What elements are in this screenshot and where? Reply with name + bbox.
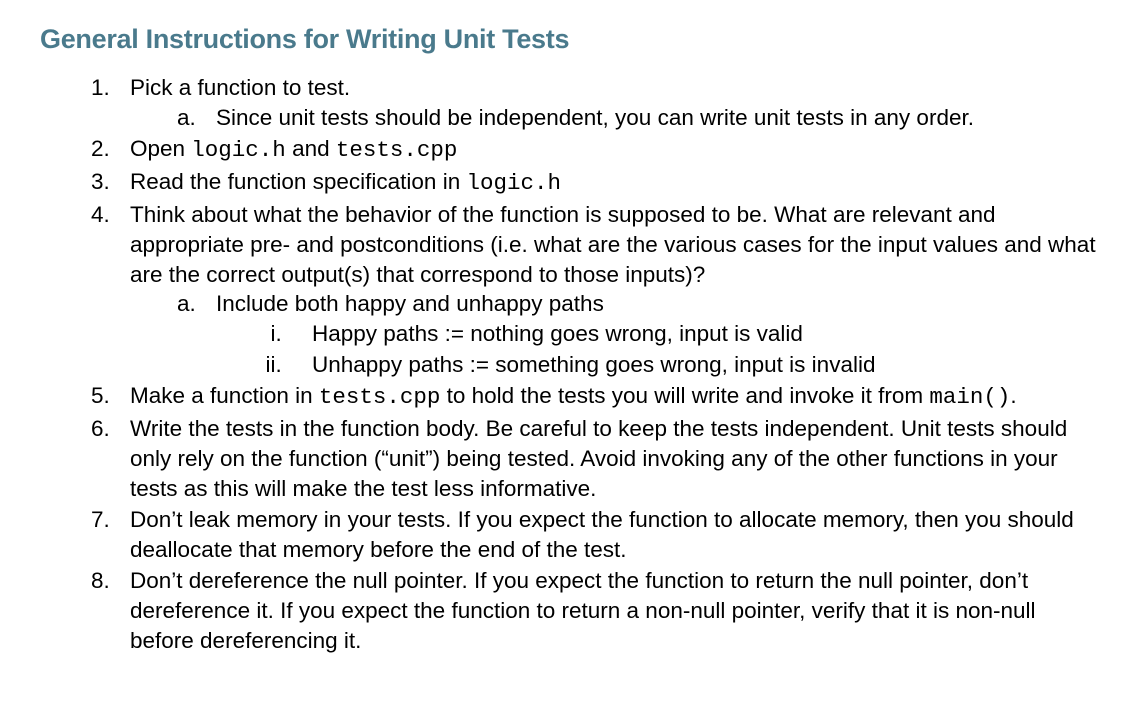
- instructions-list: Pick a function to test. Since unit test…: [40, 73, 1100, 656]
- instruction-text: Make a function in: [130, 383, 319, 408]
- instruction-4ai: Happy paths := nothing goes wrong, input…: [288, 319, 1100, 349]
- instruction-text: and: [286, 136, 336, 161]
- instruction-text: Think about what the behavior of the fun…: [130, 202, 1096, 287]
- instruction-2: Open logic.h and tests.cpp: [116, 134, 1100, 166]
- section-heading: General Instructions for Writing Unit Te…: [40, 24, 1100, 55]
- instruction-4a: Include both happy and unhappy paths Hap…: [202, 289, 1100, 380]
- instruction-text: Read the function specification in: [130, 169, 466, 194]
- instruction-4aii: Unhappy paths := something goes wrong, i…: [288, 350, 1100, 380]
- instruction-6: Write the tests in the function body. Be…: [116, 414, 1100, 504]
- instruction-text: .: [1010, 383, 1016, 408]
- instruction-5: Make a function in tests.cpp to hold the…: [116, 381, 1100, 413]
- sublist-4: Include both happy and unhappy paths Hap…: [130, 289, 1100, 380]
- instruction-3: Read the function specification in logic…: [116, 167, 1100, 199]
- instruction-7: Don’t leak memory in your tests. If you …: [116, 505, 1100, 565]
- instruction-4: Think about what the behavior of the fun…: [116, 200, 1100, 381]
- instruction-text: Open: [130, 136, 191, 161]
- code-tests-cpp: tests.cpp: [319, 384, 441, 410]
- instruction-1: Pick a function to test. Since unit test…: [116, 73, 1100, 133]
- sublist-4a: Happy paths := nothing goes wrong, input…: [216, 319, 1100, 380]
- instruction-text: Include both happy and unhappy paths: [216, 291, 604, 316]
- code-tests-cpp: tests.cpp: [336, 137, 458, 163]
- instruction-8: Don’t dereference the null pointer. If y…: [116, 566, 1100, 656]
- instruction-1a: Since unit tests should be independent, …: [202, 103, 1100, 133]
- code-main: main(): [929, 384, 1010, 410]
- sublist-1: Since unit tests should be independent, …: [130, 103, 1100, 133]
- instruction-text: to hold the tests you will write and inv…: [440, 383, 929, 408]
- code-logic-h: logic.h: [466, 170, 561, 196]
- code-logic-h: logic.h: [191, 137, 286, 163]
- instruction-text: Pick a function to test.: [130, 75, 350, 100]
